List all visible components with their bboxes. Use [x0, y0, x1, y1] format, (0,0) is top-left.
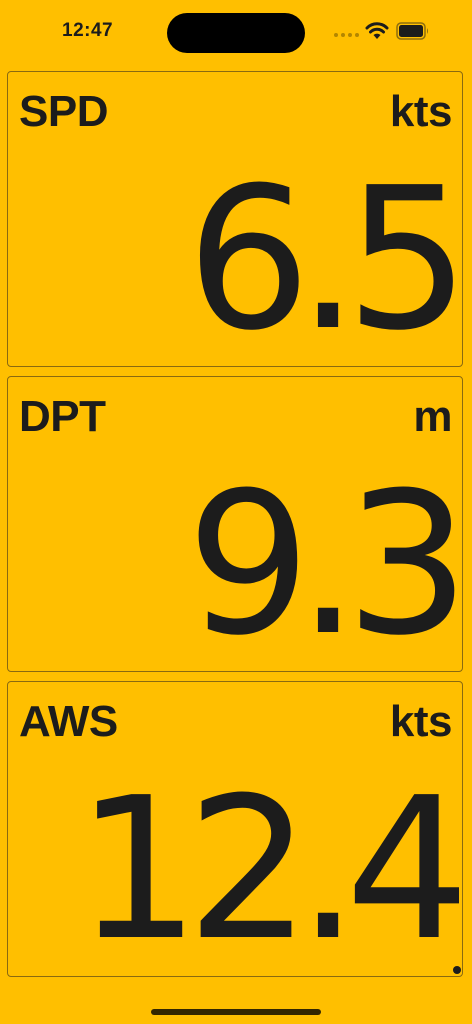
- panel-unit: kts: [389, 87, 453, 136]
- panel-value: 6.5: [186, 146, 470, 374]
- home-indicator[interactable]: [151, 1009, 321, 1015]
- depth-panel[interactable]: DPT m 9.3: [7, 376, 470, 679]
- panel-unit: kts: [389, 697, 453, 746]
- status-dot: [453, 966, 461, 974]
- dynamic-island: [167, 13, 305, 53]
- status-bar: 12:47: [0, 0, 472, 64]
- panel-label: AWS: [19, 697, 118, 746]
- panel-unit: m: [413, 392, 452, 441]
- apparent-wind-speed-panel[interactable]: AWS kts 12.4: [7, 681, 470, 984]
- panel-label: SPD: [19, 87, 108, 136]
- panel-value: 9.3: [186, 451, 470, 679]
- battery-icon: [396, 22, 428, 40]
- panel-label: DPT: [19, 392, 106, 441]
- cellular-signal-icon: [334, 33, 360, 39]
- wifi-icon: [365, 22, 389, 39]
- status-time: 12:47: [62, 20, 114, 41]
- speed-panel[interactable]: SPD kts 6.5: [7, 71, 470, 374]
- panel-value: 12.4: [75, 756, 470, 984]
